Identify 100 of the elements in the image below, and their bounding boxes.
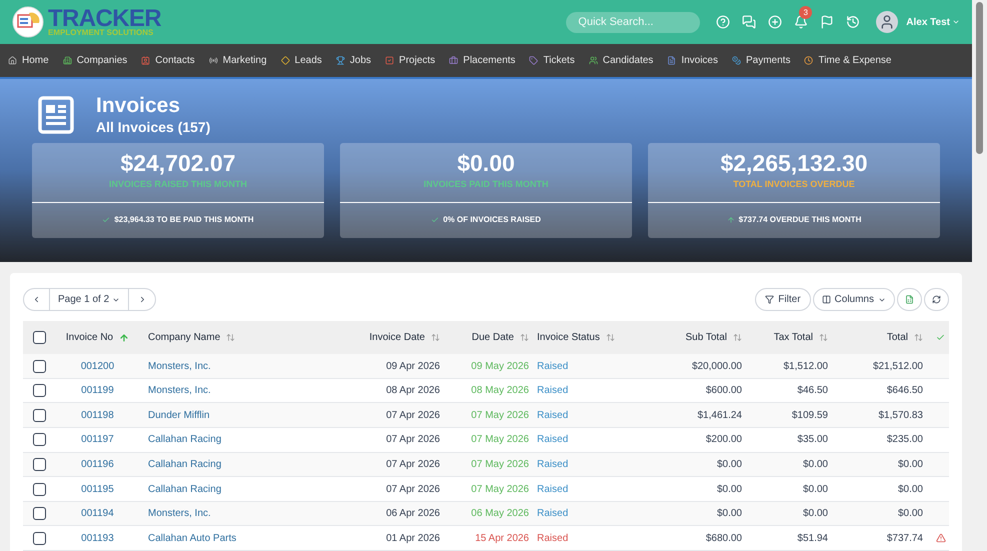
table-cell[interactable]: Callahan Racing (140, 432, 360, 448)
row-checkbox[interactable] (32, 360, 46, 373)
table-cell[interactable]: 001197 (55, 432, 140, 448)
table-cell-text: Raised (536, 433, 570, 448)
table-cell[interactable]: 001196 (55, 456, 140, 472)
table-cell-text: 07 Apr 2026 (385, 408, 441, 423)
columns-icon (822, 295, 831, 304)
table-cell[interactable]: Callahan Racing (140, 456, 360, 472)
table-cell-text: $737.74 (886, 532, 924, 546)
table-cell-text: 07 Apr 2026 (385, 458, 441, 472)
table-cell[interactable]: 001195 (55, 482, 140, 497)
column-header[interactable]: Invoice Date (360, 330, 448, 346)
select-all-checkbox[interactable] (32, 331, 46, 344)
table-cell-text: 06 Apr 2026 (385, 507, 441, 522)
table-cell[interactable]: Callahan Auto Parts (140, 530, 360, 546)
table-cell-text: $46.50 (796, 384, 829, 398)
row-checkbox[interactable] (32, 384, 46, 398)
logo-subtitle: EMPLOYMENT SOLUTIONS (48, 29, 154, 38)
table-cell[interactable]: 001200 (55, 358, 140, 374)
table-cell-text: 07 May 2026 (470, 482, 530, 497)
nav-item[interactable]: Home (8, 53, 49, 68)
avatar-icon[interactable] (876, 11, 898, 34)
table-cell-text: Raised (536, 408, 570, 423)
table-cell-text: Raised (536, 532, 570, 546)
filter-button[interactable]: Filter (755, 288, 811, 312)
column-header[interactable]: Total (836, 330, 931, 346)
nav-item[interactable]: Time & Expense (804, 53, 892, 68)
arrow-up-icon (726, 216, 735, 224)
table-cell-text: Raised (536, 384, 570, 398)
nav-item[interactable]: Contacts (141, 53, 195, 68)
column-header[interactable]: Invoice Status (533, 330, 660, 346)
stat-label: INVOICES PAID THIS MONTH (424, 178, 548, 191)
column-header[interactable]: Sub Total (660, 330, 750, 346)
nav-item[interactable]: Invoices (667, 53, 718, 68)
table-cell-text: $0.00 (716, 507, 743, 522)
table-cell-text: $200.00 (704, 433, 743, 448)
table-cell-text: 07 May 2026 (470, 408, 530, 423)
table-cell[interactable]: Callahan Racing (140, 482, 360, 497)
nav-item[interactable]: Jobs (336, 53, 372, 68)
row-checkbox[interactable] (32, 482, 46, 496)
table-cell-text: $0.00 (896, 482, 924, 497)
table-cell-text: $0.00 (896, 507, 924, 522)
table-cell[interactable]: Dunder Mifflin (140, 408, 360, 423)
nav-item[interactable]: Tickets (529, 53, 575, 68)
nav-item[interactable]: Projects (385, 53, 436, 68)
table-cell[interactable]: Monsters, Inc. (140, 358, 360, 374)
nav-item[interactable]: Placements (449, 53, 516, 68)
row-checkbox[interactable] (32, 433, 46, 446)
refresh-button[interactable] (924, 288, 949, 312)
table-cell-text: 08 May 2026 (470, 384, 530, 398)
table-cell-text: $20,000.00 (690, 360, 743, 374)
table-cell-text: $600.00 (704, 384, 743, 398)
table-cell-text: $680.00 (704, 532, 743, 546)
table-cell-text: $0.00 (802, 507, 829, 522)
table-cell-text: $51.94 (796, 532, 829, 546)
nav-item[interactable]: Payments (732, 53, 790, 68)
table-cell-text: $646.50 (886, 384, 924, 398)
row-checkbox[interactable] (32, 458, 46, 471)
stat-footer: 0% OF INVOICES RAISED (443, 214, 541, 226)
check-icon (431, 216, 440, 224)
column-header[interactable]: Due Date (448, 330, 533, 346)
stat-label: TOTAL INVOICES OVERDUE (733, 178, 855, 191)
table-cell-text: 07 Apr 2026 (385, 433, 441, 448)
table-cell-text: 06 May 2026 (470, 507, 530, 522)
table-cell[interactable]: 001199 (55, 383, 140, 398)
table-cell-text: 09 Apr 2026 (385, 360, 441, 374)
table-cell-text: $0.00 (716, 482, 743, 497)
row-checkbox[interactable] (32, 408, 46, 422)
notification-badge: 3 (799, 6, 812, 20)
stat-value: $24,702.07 (120, 148, 236, 178)
page-select[interactable]: Page 1 of 2 (50, 289, 130, 310)
nav-item[interactable]: Candidates (588, 53, 654, 68)
nav-item[interactable]: Companies (62, 53, 128, 68)
table-cell[interactable]: 001194 (55, 506, 140, 522)
row-checkbox[interactable] (32, 532, 46, 545)
table-cell[interactable]: Monsters, Inc. (140, 383, 360, 398)
column-header[interactable]: Tax Total (750, 330, 836, 346)
stat-footer: $737.74 OVERDUE THIS MONTH (738, 214, 862, 226)
table-cell-text: Raised (536, 360, 570, 374)
table-cell-text: $35.00 (796, 433, 829, 448)
column-header[interactable]: Invoice No (55, 330, 140, 346)
table-cell[interactable]: 001193 (55, 530, 140, 546)
table-cell-text: $109.59 (790, 408, 829, 423)
table-cell[interactable]: 001198 (55, 408, 140, 423)
table-cell-text: $1,570.83 (878, 408, 924, 423)
table-cell-text: Raised (536, 507, 570, 522)
chevron-left-icon (32, 295, 41, 304)
column-header[interactable]: Company Name (140, 330, 360, 346)
columns-button[interactable]: Columns (812, 288, 895, 312)
nav-item[interactable]: Marketing (208, 53, 267, 68)
nav-item[interactable]: Leads (280, 53, 322, 68)
table-cell-text: $0.00 (896, 458, 924, 472)
page-title: Invoices (96, 92, 182, 119)
notification-icon[interactable] (794, 15, 808, 30)
check-icon (936, 333, 945, 342)
table-cell[interactable]: Monsters, Inc. (140, 506, 360, 522)
table-cell-text: $0.00 (802, 482, 829, 497)
refresh-icon (932, 295, 941, 304)
table-cell-text: 01 Apr 2026 (385, 532, 441, 546)
row-checkbox[interactable] (32, 507, 46, 520)
